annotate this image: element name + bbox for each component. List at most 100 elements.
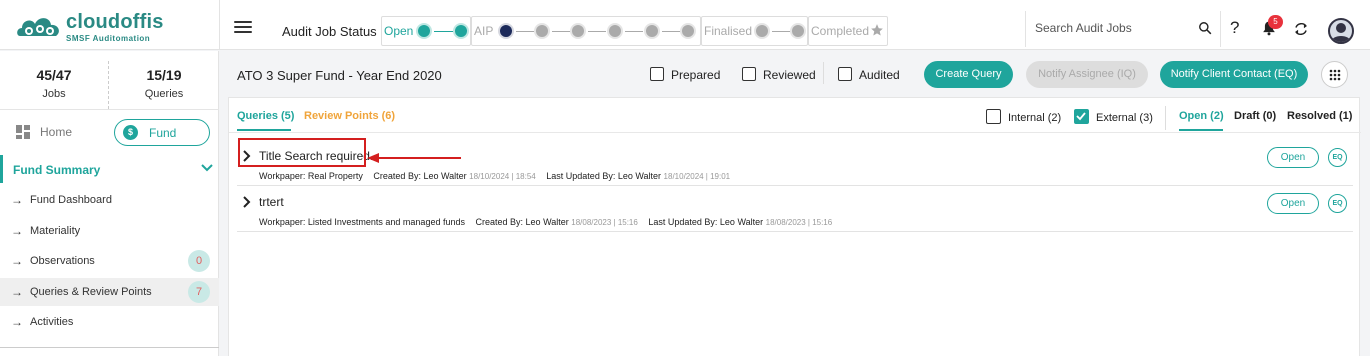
- audited-label: Audited: [859, 68, 900, 82]
- notify-client-contact-button[interactable]: Notify Client Contact (EQ): [1160, 61, 1308, 88]
- active-status-indicator: [1179, 129, 1223, 131]
- query-title: trtert: [259, 195, 284, 209]
- query-type-badge[interactable]: EQ: [1328, 148, 1347, 167]
- queries-label: Queries: [144, 88, 184, 100]
- stage-finalised-connector: [772, 31, 790, 32]
- sidebar-item-queries-review-points[interactable]: → Queries & Review Points 7: [0, 278, 219, 306]
- divider: [0, 347, 219, 348]
- jobs-stat[interactable]: 45/47 Jobs: [0, 67, 108, 100]
- stage-aip-step-dot: [646, 25, 658, 37]
- stage-aip-step-dot: [682, 25, 694, 37]
- queries-count: 15/19: [146, 67, 182, 83]
- fund-title: ATO 3 Super Fund - Year End 2020: [237, 68, 442, 83]
- stage-open-step-dot: [455, 25, 467, 37]
- stage-aip-connector: [662, 31, 680, 32]
- check-icon: [1076, 112, 1086, 121]
- help-icon[interactable]: ?: [1230, 18, 1239, 38]
- stage-aip-connector: [588, 31, 606, 32]
- stage-aip[interactable]: AIP: [471, 16, 701, 46]
- brand-logo[interactable]: cloudoffis SMSF Auditomation: [0, 0, 220, 50]
- star-icon: [871, 24, 883, 36]
- stage-aip-connector: [516, 31, 534, 32]
- stage-completed-label: Completed: [811, 24, 870, 38]
- fund-label: Fund: [149, 126, 177, 140]
- tab-queries[interactable]: Queries (5): [237, 110, 294, 122]
- updated-by-label: Last Updated By:: [648, 217, 718, 227]
- query-status-button[interactable]: Open: [1267, 193, 1319, 214]
- menu-button[interactable]: [229, 14, 257, 38]
- sidebar-item-fund-dashboard[interactable]: → Fund Dashboard: [0, 186, 219, 214]
- created-at: 18/08/2023 | 15:16: [571, 218, 638, 227]
- stage-finalised-step-dot: [756, 25, 768, 37]
- active-tab-indicator: [237, 129, 291, 131]
- user-avatar[interactable]: [1328, 18, 1354, 44]
- updated-at: 18/08/2023 | 15:16: [765, 218, 833, 227]
- brand-tagline: SMSF Auditomation: [66, 34, 151, 43]
- stage-open[interactable]: Open: [381, 16, 471, 46]
- sidebar-item-label: Materiality: [30, 225, 81, 237]
- annotation-arrow-line: [378, 157, 461, 159]
- sidebar-item-observations[interactable]: → Observations 0: [0, 247, 219, 275]
- count-badge: 7: [188, 281, 210, 303]
- prepared-checkbox[interactable]: [650, 67, 664, 81]
- query-status-button[interactable]: Open: [1267, 147, 1319, 168]
- updated-by-value: Leo Walter: [617, 171, 662, 181]
- stage-completed[interactable]: Completed: [808, 16, 888, 46]
- stage-aip-connector: [552, 31, 570, 32]
- chevron-right-icon[interactable]: [243, 196, 251, 208]
- updated-by-label: Last Updated By:: [546, 171, 616, 181]
- query-meta: Workpaper: Listed Investments and manage…: [259, 217, 832, 227]
- stage-aip-step-dot: [500, 25, 512, 37]
- workpaper-value: Listed Investments and managed funds: [307, 217, 465, 227]
- arrow-right-icon: →: [11, 285, 23, 299]
- created-by-value: Leo Walter: [525, 217, 569, 227]
- notify-assignee-button[interactable]: Notify Assignee (IQ): [1026, 61, 1148, 88]
- reviewed-label: Reviewed: [763, 68, 816, 82]
- audited-checkbox[interactable]: [838, 67, 852, 81]
- tab-review-points[interactable]: Review Points (6): [304, 110, 395, 122]
- sidebar: 45/47 Jobs 15/19 Queries Home $ Fund Fun…: [0, 51, 219, 356]
- queries-panel: Queries (5) Review Points (6) Internal (…: [228, 97, 1361, 356]
- query-type-badge[interactable]: EQ: [1328, 194, 1347, 213]
- query-row[interactable]: trtert Workpaper: Listed Investments and…: [237, 186, 1353, 232]
- stat-divider: [108, 61, 109, 109]
- fund-summary-header[interactable]: Fund Summary: [0, 155, 219, 183]
- sidebar-item-materiality[interactable]: → Materiality: [0, 217, 219, 245]
- sidebar-item-activities[interactable]: → Activities: [0, 308, 219, 336]
- notification-badge: 5: [1268, 15, 1283, 29]
- stage-open-connector: [434, 31, 454, 32]
- workpaper-label: Workpaper:: [259, 217, 306, 227]
- create-query-button[interactable]: Create Query: [924, 61, 1013, 88]
- apps-button[interactable]: [1321, 61, 1348, 88]
- sync-icon[interactable]: [1292, 21, 1310, 37]
- workpaper-value: Real Property: [307, 171, 363, 181]
- queries-stat[interactable]: 15/19 Queries: [110, 67, 218, 100]
- query-row[interactable]: Title Search required. Workpaper: Real P…: [237, 140, 1353, 186]
- created-by-label: Created By:: [475, 217, 524, 227]
- stage-aip-connector: [625, 31, 643, 32]
- search-input[interactable]: [1035, 21, 1185, 35]
- external-checkbox[interactable]: [1074, 109, 1089, 124]
- arrow-right-icon: →: [11, 224, 23, 238]
- search-box: [1025, 11, 1221, 47]
- top-bar: cloudoffis SMSF Auditomation Audit Job S…: [0, 0, 1370, 50]
- jobs-label: Jobs: [42, 88, 66, 100]
- created-by-value: Leo Walter: [423, 171, 467, 181]
- reviewed-checkbox[interactable]: [742, 67, 756, 81]
- status-tab-open[interactable]: Open (2): [1179, 110, 1224, 122]
- search-icon[interactable]: [1198, 21, 1212, 35]
- workpaper-label: Workpaper:: [259, 171, 306, 181]
- fund-button[interactable]: $ Fund: [114, 119, 210, 146]
- fund-summary-title: Fund Summary: [13, 163, 101, 177]
- status-tab-resolved[interactable]: Resolved (1): [1287, 110, 1352, 122]
- internal-checkbox[interactable]: [986, 109, 1001, 124]
- brand-name: cloudoffis: [66, 11, 164, 33]
- jobs-count: 45/47: [36, 67, 72, 83]
- dashboard-icon: [16, 125, 30, 139]
- status-tab-draft[interactable]: Draft (0): [1234, 110, 1276, 122]
- stage-finalised-label: Finalised: [704, 24, 753, 38]
- stage-finalised[interactable]: Finalised: [701, 16, 808, 46]
- arrow-right-icon: →: [11, 254, 23, 268]
- sidebar-item-label: Queries & Review Points: [30, 286, 152, 298]
- sidebar-item-label: Fund Dashboard: [30, 194, 112, 206]
